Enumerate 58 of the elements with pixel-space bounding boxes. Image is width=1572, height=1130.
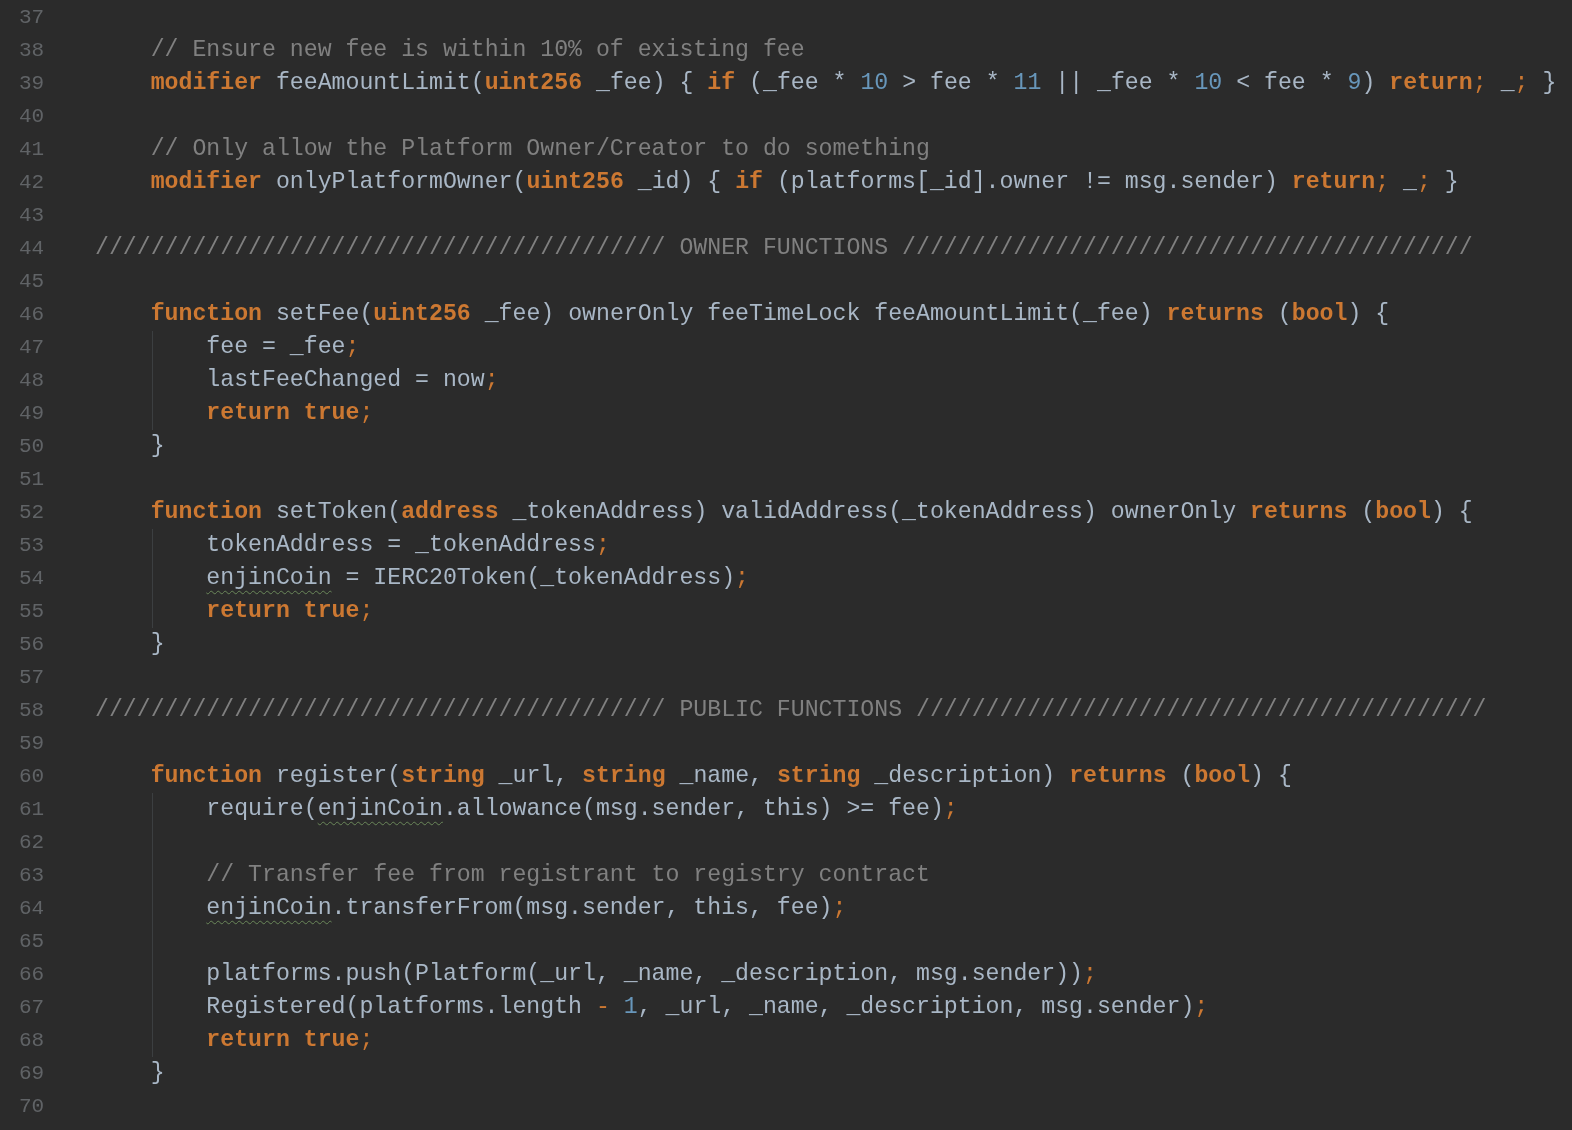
line-number: 42 [18, 170, 46, 196]
line-number: 69 [18, 1061, 46, 1087]
line-number: 60 [18, 764, 46, 790]
code-line: } [149, 1059, 165, 1088]
line-number: 49 [18, 401, 46, 427]
line-number: 55 [18, 599, 46, 625]
line-number: 52 [18, 500, 46, 526]
code-line: platforms.push(Platform(_url, _name, _description, msg.sender)); [205, 960, 1097, 989]
code-line: ///////////////////////////////////////// OWNER FUNCTIONS ///////////////////////////////////////// [95, 234, 1473, 263]
code-line: // Only allow the Platform Owner/Creator to do something [149, 135, 930, 164]
line-number: 39 [18, 71, 46, 97]
code-line: enjinCoin.transferFrom(msg.sender, this, fee); [205, 894, 847, 923]
line-number: 38 [18, 38, 46, 64]
line-number: 44 [18, 236, 46, 262]
line-number: 63 [18, 863, 46, 889]
code-line: // Ensure new fee is within 10% of existing fee [149, 36, 805, 65]
code-line: tokenAddress = _tokenAddress; [205, 531, 610, 560]
code-line: require(enjinCoin.allowance(msg.sender, this) >= fee); [205, 795, 958, 824]
code-line: lastFeeChanged = now; [205, 366, 499, 395]
line-number: 41 [18, 137, 46, 163]
code-line: modifier feeAmountLimit(uint256 _fee) { if (_fee * 10 > fee * 11 || _fee * 10 < fee * 9) return; _; } [149, 69, 1557, 98]
line-number: 51 [18, 467, 46, 493]
code-line: } [149, 432, 165, 461]
line-number: 68 [18, 1028, 46, 1054]
code-line: modifier onlyPlatformOwner(uint256 _id) { if (platforms[_id].owner != msg.sender) return; _; } [149, 168, 1459, 197]
code-line: fee = _fee; [205, 333, 360, 362]
code-line: enjinCoin = IERC20Token(_tokenAddress); [205, 564, 750, 593]
code-line: return true; [205, 597, 374, 626]
line-number: 43 [18, 203, 46, 229]
line-number: 67 [18, 995, 46, 1021]
line-number: 54 [18, 566, 46, 592]
code-line: ///////////////////////////////////////// PUBLIC FUNCTIONS ///////////////////////////////////////// [95, 696, 1487, 725]
line-number: 47 [18, 335, 46, 361]
line-number: 45 [18, 269, 46, 295]
line-number: 59 [18, 731, 46, 757]
line-number: 53 [18, 533, 46, 559]
line-number: 50 [18, 434, 46, 460]
line-number: 61 [18, 797, 46, 823]
line-number: 64 [18, 896, 46, 922]
line-number: 46 [18, 302, 46, 328]
line-number: 65 [18, 929, 46, 955]
code-line: return true; [205, 1026, 374, 1055]
line-number: 57 [18, 665, 46, 691]
code-line: return true; [205, 399, 374, 428]
code-line: function setFee(uint256 _fee) ownerOnly feeTimeLock feeAmountLimit(_fee) returns (bool) { [149, 300, 1390, 329]
code-line: Registered(platforms.length - 1, _url, _name, _description, msg.sender); [205, 993, 1209, 1022]
line-number: 48 [18, 368, 46, 394]
line-number: 66 [18, 962, 46, 988]
code-line: function register(string _url, string _name, string _description) returns (bool) { [149, 762, 1292, 791]
code-line: } [149, 630, 165, 659]
line-number: 58 [18, 698, 46, 724]
code-line: // Transfer fee from registrant to registry contract [205, 861, 930, 890]
line-number: 70 [18, 1094, 46, 1120]
line-number: 56 [18, 632, 46, 658]
line-number: 62 [18, 830, 46, 856]
line-number: 40 [18, 104, 46, 130]
line-number: 37 [18, 5, 46, 31]
code-line: function setToken(address _tokenAddress) validAddress(_tokenAddress) ownerOnly returns (bool) { [149, 498, 1473, 527]
